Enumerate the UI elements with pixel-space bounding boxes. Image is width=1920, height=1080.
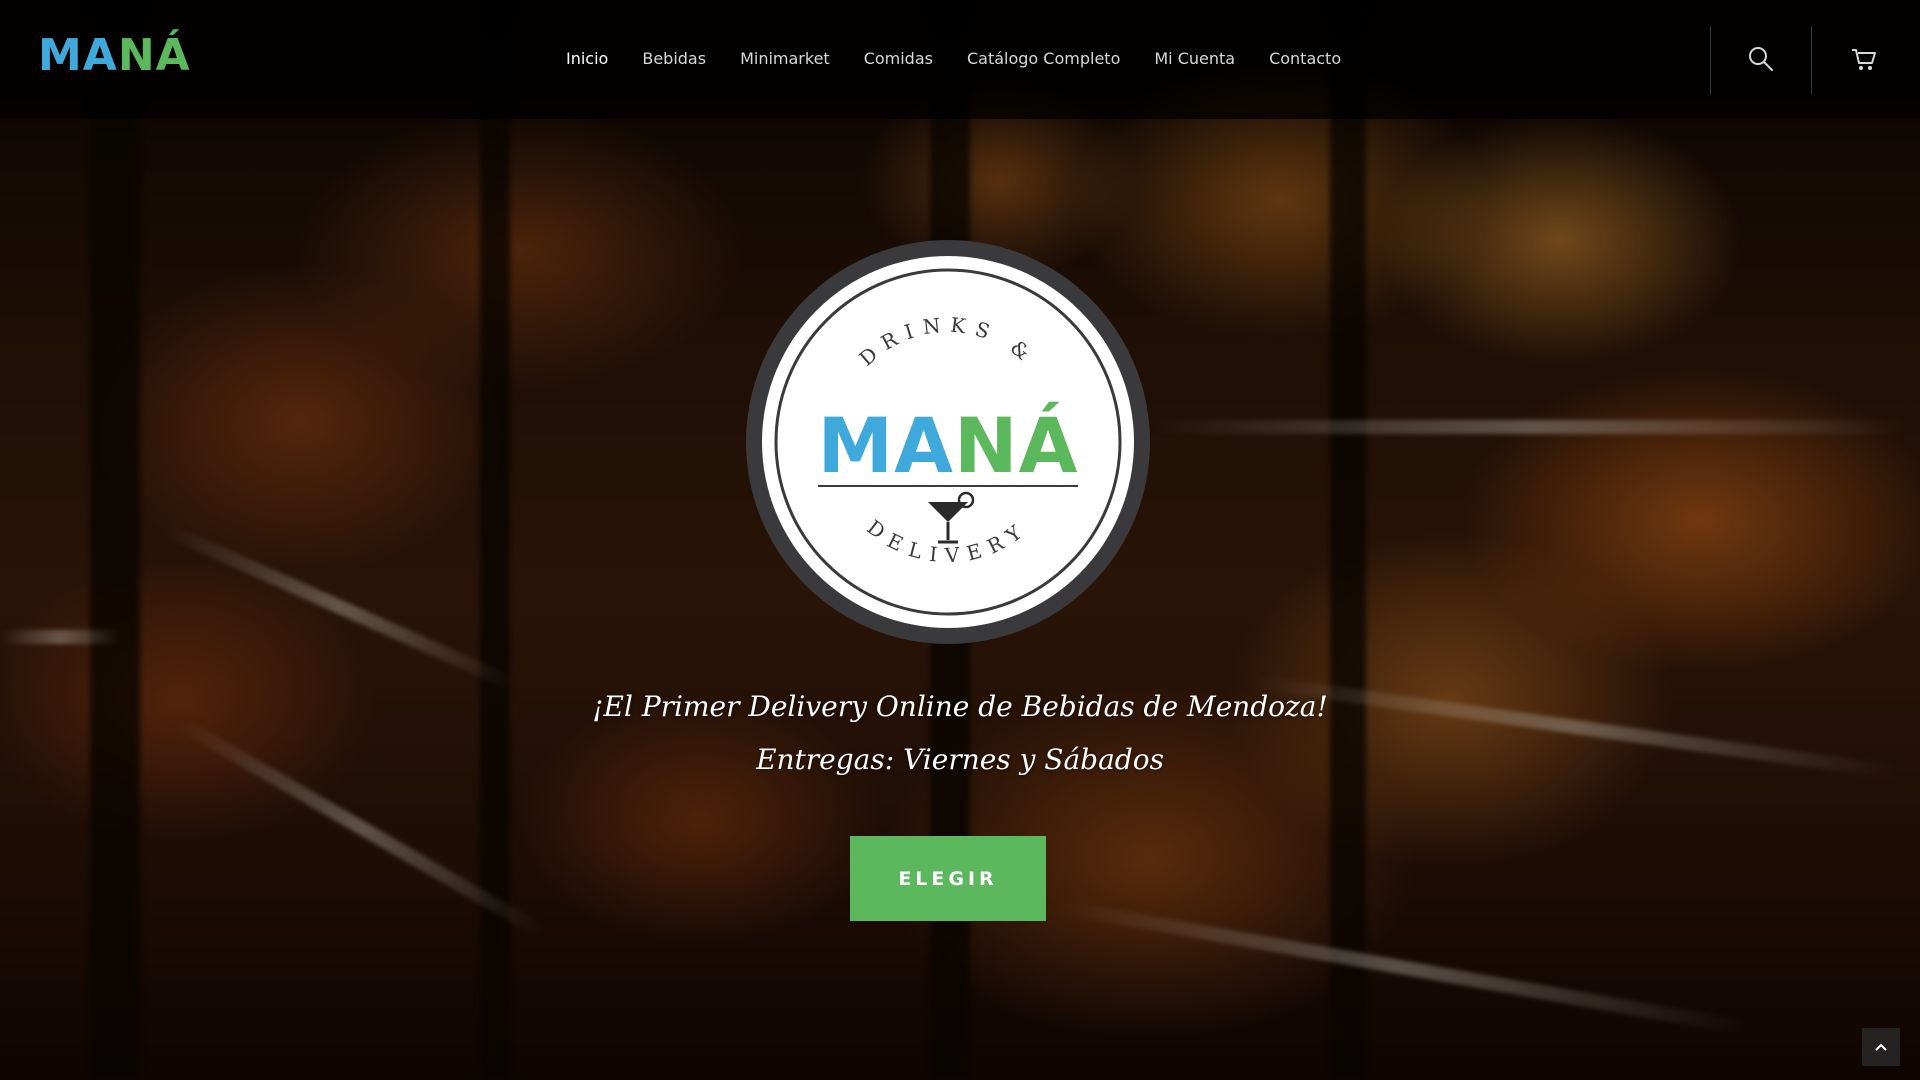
cart-icon[interactable] [1850, 45, 1878, 73]
nav-item-minimarket[interactable]: Minimarket [740, 49, 830, 68]
nav-item-mi-cuenta[interactable]: Mi Cuenta [1154, 49, 1235, 68]
search-icon[interactable] [1747, 45, 1775, 73]
header-divider [1811, 26, 1812, 94]
chevron-up-icon [1875, 1043, 1887, 1051]
brand-badge-art: DRINKS & DELIVERY MANÁ [774, 268, 1122, 616]
brand-badge: DRINKS & DELIVERY MANÁ [746, 240, 1150, 644]
nav-item-inicio[interactable]: Inicio [566, 49, 608, 68]
page: MANÁ Inicio Bebidas Minimarket Comidas C… [0, 0, 1920, 1080]
header-divider [1710, 26, 1711, 94]
nav-item-bebidas[interactable]: Bebidas [642, 49, 706, 68]
nav-item-catalogo-completo[interactable]: Catálogo Completo [967, 49, 1120, 68]
site-header: MANÁ Inicio Bebidas Minimarket Comidas C… [0, 0, 1920, 119]
logo-text-na: NÁ [117, 30, 191, 81]
site-logo[interactable]: MANÁ [38, 34, 191, 78]
hero-delivery-days: Entregas: Viernes y Sábados [756, 743, 1164, 776]
logo-text-ma: MA [38, 30, 118, 81]
main-nav: Inicio Bebidas Minimarket Comidas Catálo… [566, 49, 1375, 68]
badge-brand-name: MANÁ [818, 401, 1079, 490]
back-to-top-button[interactable] [1862, 1028, 1900, 1066]
nav-item-comidas[interactable]: Comidas [864, 49, 933, 68]
brand-badge-face: DRINKS & DELIVERY MANÁ [762, 256, 1134, 628]
cocktail-icon [928, 491, 975, 544]
badge-top-text: DRINKS & [854, 312, 1041, 370]
hero-tagline: ¡El Primer Delivery Online de Bebidas de… [592, 690, 1328, 723]
elegir-button[interactable]: ELEGIR [850, 836, 1046, 921]
nav-item-contacto[interactable]: Contacto [1269, 49, 1341, 68]
